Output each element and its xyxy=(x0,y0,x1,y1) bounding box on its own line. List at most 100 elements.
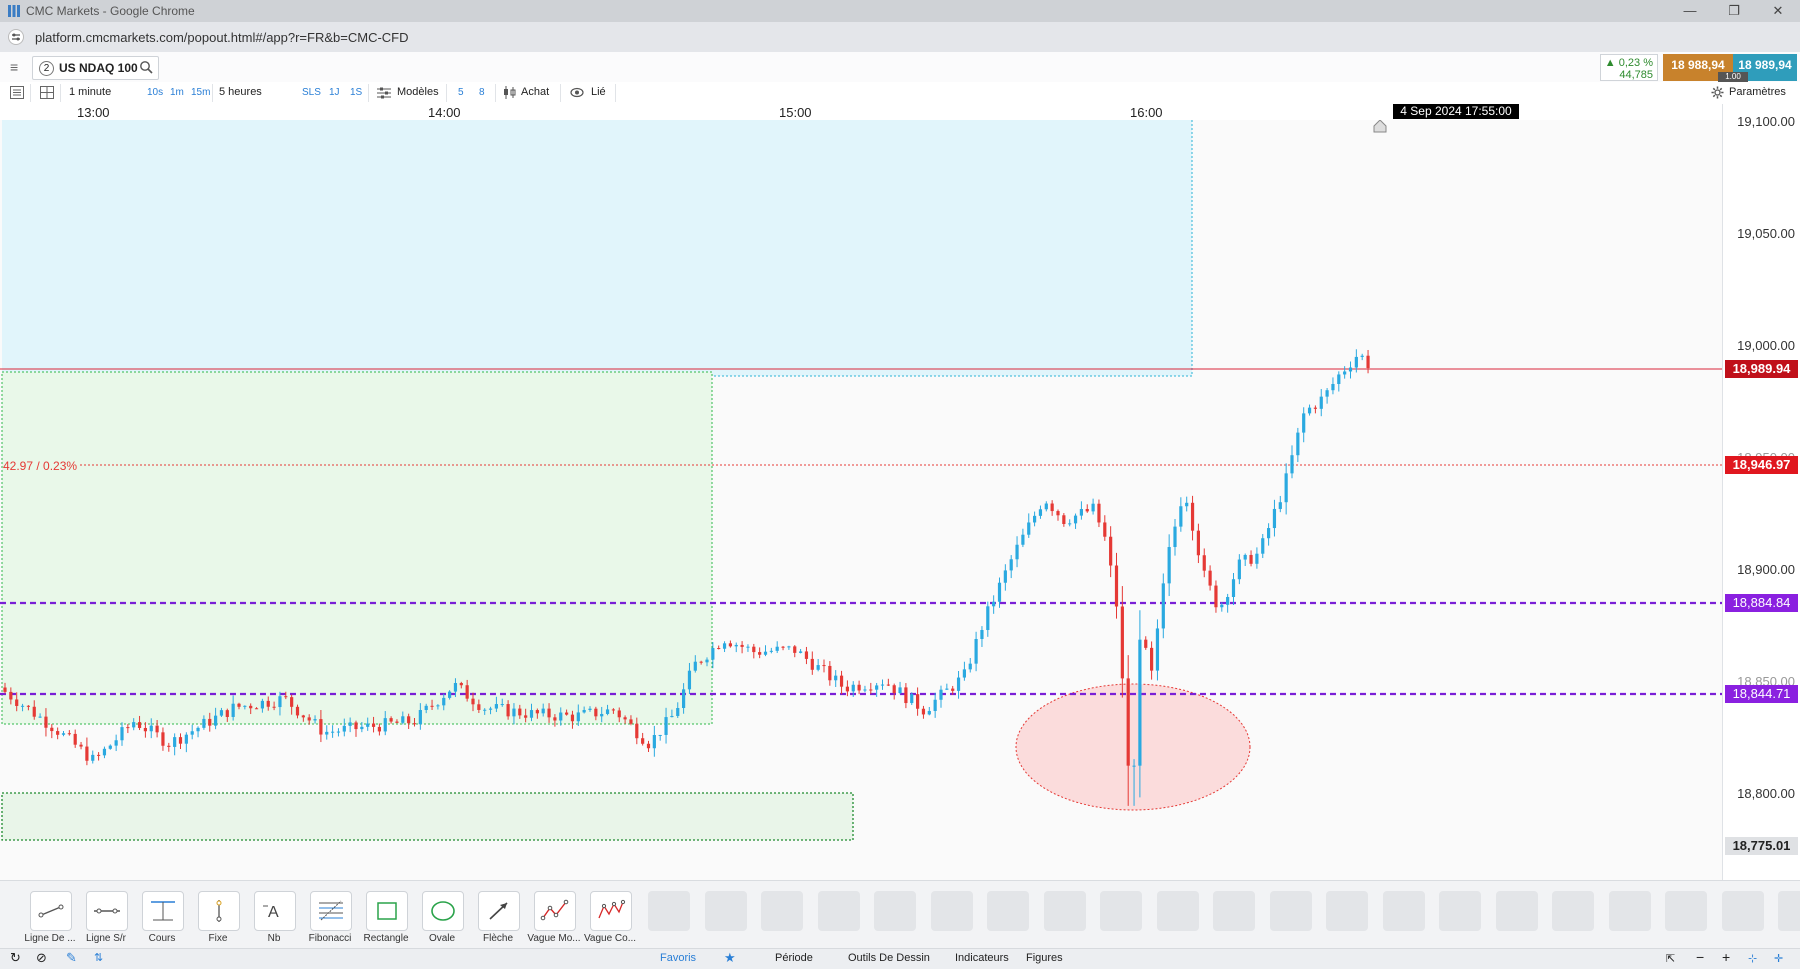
menu-icon[interactable]: ≡ xyxy=(10,59,18,75)
rectangle-tool-button[interactable] xyxy=(366,891,408,931)
candle-body xyxy=(167,745,171,747)
candle-body xyxy=(986,606,990,630)
sr-line-tool-button[interactable] xyxy=(86,891,128,931)
link-button[interactable]: Lié xyxy=(591,86,606,98)
candle-body xyxy=(687,670,692,690)
oval-tool-button[interactable] xyxy=(422,891,464,931)
interval-15m[interactable]: 15m xyxy=(191,87,210,98)
candle-body xyxy=(1155,628,1160,671)
templates-button[interactable]: Modèles xyxy=(397,86,439,98)
candle-body xyxy=(143,727,147,732)
line-icon xyxy=(38,904,64,918)
instrument-bar: ≡ 2 US NDAQ 100 ▲ 0,23 % 44,785 18 988,9… xyxy=(0,52,1800,83)
zoom-fit-icon[interactable]: ⇱ xyxy=(1666,952,1675,965)
price-line-tool-button[interactable] xyxy=(142,891,184,931)
interval-select[interactable]: 1 minute xyxy=(69,86,111,98)
candle-body xyxy=(506,704,510,717)
restore-button[interactable]: ❐ xyxy=(1716,2,1752,20)
range-sls[interactable]: SLS xyxy=(302,87,321,98)
interval-10s[interactable]: 10s xyxy=(147,87,163,98)
range-select[interactable]: 5 heures xyxy=(219,86,262,98)
instrument-selector[interactable]: 2 US NDAQ 100 xyxy=(32,56,159,80)
site-settings-icon[interactable] xyxy=(8,29,24,45)
price-chart[interactable]: 42.97 / 0.23% xyxy=(0,120,1722,880)
candle-body xyxy=(1325,390,1329,397)
price-label: 18,900.00 xyxy=(1737,562,1795,577)
candle-body xyxy=(418,709,422,725)
list-icon[interactable] xyxy=(10,86,24,99)
oval-drawing[interactable] xyxy=(1015,683,1251,811)
candle-body xyxy=(1132,765,1136,767)
interval-1m[interactable]: 1m xyxy=(170,87,184,98)
drawing-toolbar: Ligne De ... Ligne S/r Cours Fixe A Nb F… xyxy=(0,880,1800,949)
candle-body xyxy=(1167,547,1171,584)
candle-body xyxy=(307,717,311,721)
tool-label: Ovale xyxy=(428,933,456,944)
zoom-in-icon[interactable]: + xyxy=(1722,949,1730,965)
green-rectangle-drawing[interactable] xyxy=(1,371,713,725)
search-icon[interactable] xyxy=(139,60,153,74)
candle-body xyxy=(1079,509,1083,516)
cancel-icon[interactable]: ⊘ xyxy=(36,950,47,966)
wave-corrective-tool-button[interactable] xyxy=(590,891,632,931)
candle-body xyxy=(1015,544,1019,560)
tool-label: Fixe xyxy=(208,933,228,944)
range-1j[interactable]: 1J xyxy=(329,87,340,98)
line-tool-button[interactable] xyxy=(30,891,72,931)
candle-body xyxy=(1237,559,1241,580)
preset-8[interactable]: 8 xyxy=(479,87,485,98)
order-button[interactable]: Achat xyxy=(521,86,549,98)
blue-rectangle-drawing[interactable] xyxy=(2,120,1192,376)
fixed-line-tool-button[interactable] xyxy=(198,891,240,931)
candle-body xyxy=(32,706,36,717)
refresh-icon[interactable]: ↻ xyxy=(10,950,21,966)
zoom-out-icon[interactable]: − xyxy=(1696,949,1704,965)
candle-body xyxy=(1097,503,1101,523)
url-field[interactable]: platform.cmcmarkets.com/popout.html#/app… xyxy=(35,30,409,45)
candle-body xyxy=(149,725,153,732)
candle-body xyxy=(1278,502,1282,509)
preset-5[interactable]: 5 xyxy=(458,87,464,98)
minimize-button[interactable]: — xyxy=(1672,2,1708,20)
wave-tool-button[interactable] xyxy=(534,891,576,931)
layout-icon[interactable] xyxy=(40,86,54,99)
candle-body xyxy=(1267,528,1271,539)
tab-drawing-tools[interactable]: Outils De Dessin xyxy=(848,952,930,964)
candle-body xyxy=(676,708,680,716)
address-bar: platform.cmcmarkets.com/popout.html#/app… xyxy=(0,22,1800,52)
pencil-icon[interactable]: ✎ xyxy=(66,950,77,966)
crosshair-icon[interactable]: ⊹ xyxy=(1748,952,1757,965)
text-tool-button[interactable]: A xyxy=(254,891,296,931)
candle-body xyxy=(342,725,346,732)
candle-body xyxy=(752,646,756,653)
candle-body xyxy=(617,710,621,718)
candle-body xyxy=(787,646,791,648)
candle-body xyxy=(1196,530,1200,556)
crosshair-alt-icon[interactable]: ✛ xyxy=(1774,952,1783,965)
fibonacci-tool-button[interactable] xyxy=(310,891,352,931)
candle-body xyxy=(524,715,528,718)
tab-figures[interactable]: Figures xyxy=(1026,952,1063,964)
gear-icon[interactable] xyxy=(1711,86,1724,99)
green-rectangle-lower-drawing[interactable] xyxy=(1,792,854,841)
candle-body xyxy=(892,685,896,694)
star-icon[interactable]: ★ xyxy=(724,950,736,966)
close-window-button[interactable]: ✕ xyxy=(1760,2,1796,20)
eye-icon xyxy=(570,87,584,98)
candle-body xyxy=(377,726,381,732)
candle-body xyxy=(190,731,194,735)
empty-tool-slot xyxy=(987,891,1029,931)
settings-button[interactable]: Paramètres xyxy=(1729,86,1786,98)
instrument-name: US NDAQ 100 xyxy=(59,61,138,75)
arrow-tool-button[interactable] xyxy=(478,891,520,931)
price-axis[interactable]: 19,100.00 19,050.00 19,000.00 18,950.00 … xyxy=(1722,104,1800,880)
candle-body xyxy=(1044,503,1048,510)
tab-indicators[interactable]: Indicateurs xyxy=(955,952,1009,964)
candle-body xyxy=(763,651,768,655)
magnet-icon[interactable]: ⇅ xyxy=(94,951,103,964)
tab-period[interactable]: Période xyxy=(775,952,813,964)
range-1s[interactable]: 1S xyxy=(350,87,362,98)
tab-favorites[interactable]: Favoris xyxy=(660,952,696,964)
candle-body xyxy=(1214,585,1218,608)
candle-body xyxy=(916,694,920,709)
